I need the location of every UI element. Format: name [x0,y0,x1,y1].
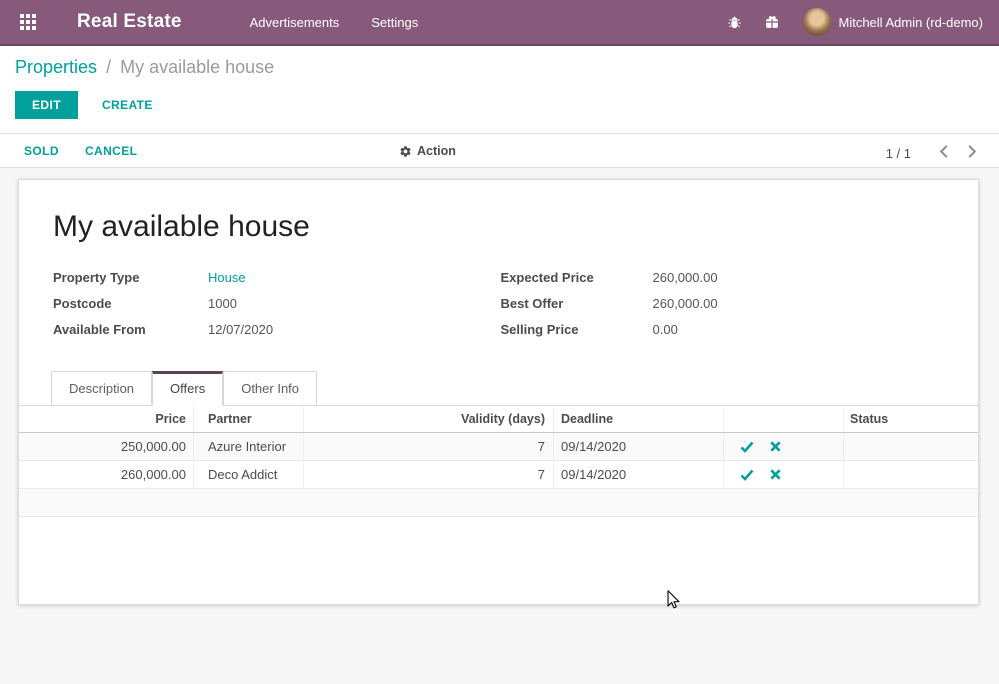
field-value-expected-price: 260,000.00 [653,270,718,285]
menu-settings[interactable]: Settings [359,7,430,38]
offer-deadline: 09/14/2020 [554,433,724,460]
field-value-selling-price: 0.00 [653,322,678,337]
column-header-status[interactable]: Status [844,406,978,432]
breadcrumb-properties-link[interactable]: Properties [15,57,97,77]
offer-price: 250,000.00 [19,433,194,460]
field-label-selling-price: Selling Price [501,322,653,337]
form-view-background: My available house Property Type House P… [0,168,999,684]
offer-row-azure-interior[interactable]: 250,000.00 Azure Interior 7 09/14/2020 [19,433,978,461]
pager: 1 / 1 [886,142,981,164]
refuse-offer-button[interactable] [769,468,782,481]
user-menu[interactable]: Mitchell Admin (rd-demo) [803,8,984,36]
tab-other-info[interactable]: Other Info [223,371,317,406]
action-menu-label: Action [417,144,456,158]
field-label-best-offer: Best Offer [501,296,653,311]
accept-offer-button[interactable] [740,440,754,454]
sold-button[interactable]: SOLD [24,144,59,158]
pager-count: 1 / 1 [886,146,911,161]
chevron-right-icon[interactable] [963,142,981,164]
create-button[interactable]: CREATE [102,98,153,112]
gear-icon [399,145,412,158]
column-header-validity[interactable]: Validity (days) [304,406,554,432]
navbar-menu: Advertisements Settings [238,7,431,38]
chevron-left-icon[interactable] [935,142,953,164]
offer-row-deco-addict[interactable]: 260,000.00 Deco Addict 7 09/14/2020 [19,461,978,489]
offer-status [844,433,978,460]
field-value-property-type[interactable]: House [208,270,246,285]
field-value-best-offer: 260,000.00 [653,296,718,311]
bug-icon[interactable] [727,14,743,30]
offer-partner: Deco Addict [194,461,304,488]
menu-advertisements[interactable]: Advertisements [238,7,352,38]
field-value-available-from: 12/07/2020 [208,322,273,337]
breadcrumb: Properties / My available house [0,57,999,78]
avatar [803,8,831,36]
accept-offer-button[interactable] [740,468,754,482]
statusbar: SOLD CANCEL [0,134,999,168]
cancel-button[interactable]: CANCEL [85,144,137,158]
refuse-offer-button[interactable] [769,440,782,453]
column-header-partner[interactable]: Partner [194,406,304,432]
field-label-property-type: Property Type [53,270,208,285]
field-label-available-from: Available From [53,322,208,337]
column-header-price[interactable]: Price [19,406,194,432]
empty-stripe-row [19,489,978,517]
offer-status [844,461,978,488]
field-label-expected-price: Expected Price [501,270,653,285]
tab-offers[interactable]: Offers [152,371,223,406]
gift-icon[interactable] [765,14,781,30]
field-label-postcode: Postcode [53,296,208,311]
notebook-tabs: Description Offers Other Info [19,370,978,406]
tab-description[interactable]: Description [51,371,152,406]
apps-grid-icon[interactable] [20,14,37,31]
column-header-deadline[interactable]: Deadline [554,406,724,432]
column-header-actions [724,406,844,432]
record-title: My available house [53,210,978,244]
field-value-postcode: 1000 [208,296,237,311]
user-name: Mitchell Admin (rd-demo) [839,15,984,30]
offer-validity: 7 [304,433,554,460]
breadcrumb-separator: / [106,57,111,77]
offer-partner: Azure Interior [194,433,304,460]
offer-actions [724,461,844,488]
form-sheet: My available house Property Type House P… [18,179,979,605]
offer-deadline: 09/14/2020 [554,461,724,488]
offers-table-header: Price Partner Validity (days) Deadline S… [19,406,978,433]
breadcrumb-current: My available house [120,57,274,77]
offer-validity: 7 [304,461,554,488]
app-title: Real Estate [77,11,182,33]
offers-table: Price Partner Validity (days) Deadline S… [19,406,978,517]
control-panel: Properties / My available house EDIT CRE… [0,46,999,134]
edit-button[interactable]: EDIT [15,91,78,119]
action-menu-button[interactable]: Action [399,144,456,158]
top-navbar: Real Estate Advertisements Settings Mitc… [0,0,999,46]
offer-actions [724,433,844,460]
offer-price: 260,000.00 [19,461,194,488]
